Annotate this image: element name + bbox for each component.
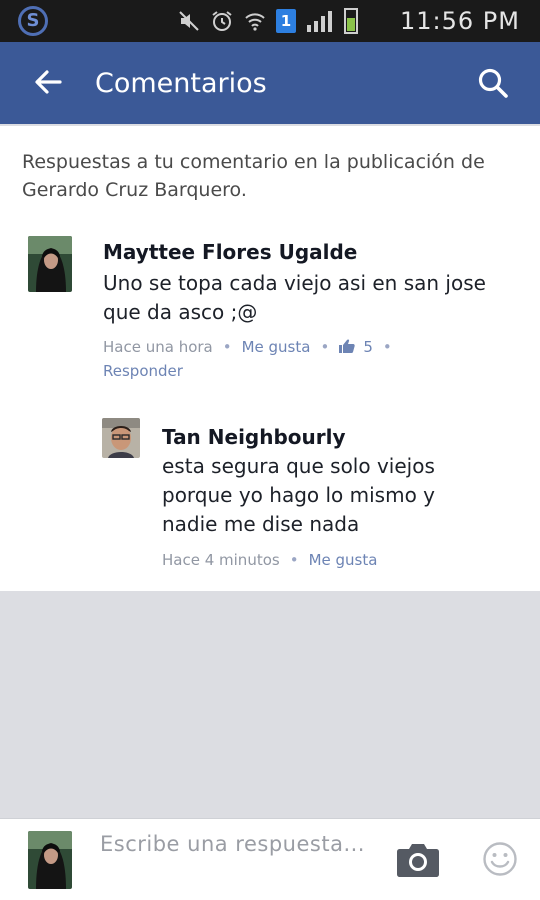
search-icon[interactable]	[476, 66, 510, 100]
comment-time: Hace 4 minutos	[162, 551, 280, 569]
comments-card: Respuestas a tu comentario en la publica…	[0, 126, 540, 591]
comment-meta: Hace una hora • Me gusta • 5 •	[103, 336, 402, 358]
arrow-left-icon[interactable]	[30, 64, 66, 100]
reply-button[interactable]: Responder	[103, 362, 183, 380]
comment-text: Uno se topa cada viejo asi en san jose q…	[103, 271, 486, 324]
like-button[interactable]: Me gusta	[242, 338, 311, 356]
meta-separator: •	[320, 338, 330, 356]
wifi-icon	[245, 13, 265, 31]
status-bar: S 1 11:56 PM	[0, 0, 540, 42]
signal-icon	[307, 11, 332, 32]
alarm-icon	[212, 11, 232, 31]
meta-separator: •	[289, 551, 299, 569]
camera-icon[interactable]	[396, 841, 440, 877]
reply-input[interactable]: Escribe una respuesta...	[100, 829, 370, 891]
battery-icon	[344, 8, 358, 34]
page-title: Comentarios	[95, 68, 267, 99]
status-time: 11:56 PM	[400, 7, 520, 35]
app-header: Comentarios	[0, 42, 540, 124]
smile-icon[interactable]	[482, 841, 518, 877]
avatar[interactable]	[102, 418, 140, 458]
meta-separator: •	[382, 338, 392, 356]
like-button[interactable]: Me gusta	[309, 551, 378, 569]
app-s-icon: S	[18, 6, 48, 36]
like-count: 5	[363, 338, 373, 356]
comment-text: esta segura que solo viejos porque yo ha…	[162, 454, 436, 536]
comment-time: Hace una hora	[103, 338, 213, 356]
avatar	[28, 831, 72, 889]
avatar[interactable]	[28, 236, 72, 292]
reply-notice: Respuestas a tu comentario en la publica…	[22, 151, 485, 201]
comment-meta: Hace 4 minutos • Me gusta	[162, 549, 377, 571]
reply-composer: Escribe una respuesta...	[0, 818, 540, 900]
status-icons: 1	[178, 6, 358, 36]
comment-author[interactable]: Tan Neighbourly	[162, 423, 346, 451]
sim-1-icon: 1	[276, 9, 296, 33]
mute-icon	[179, 11, 199, 31]
reply-row: Responder	[103, 360, 183, 382]
meta-separator: •	[222, 338, 232, 356]
thumbs-up-icon	[339, 339, 356, 353]
comment-author[interactable]: Mayttee Flores Ugalde	[103, 238, 357, 266]
